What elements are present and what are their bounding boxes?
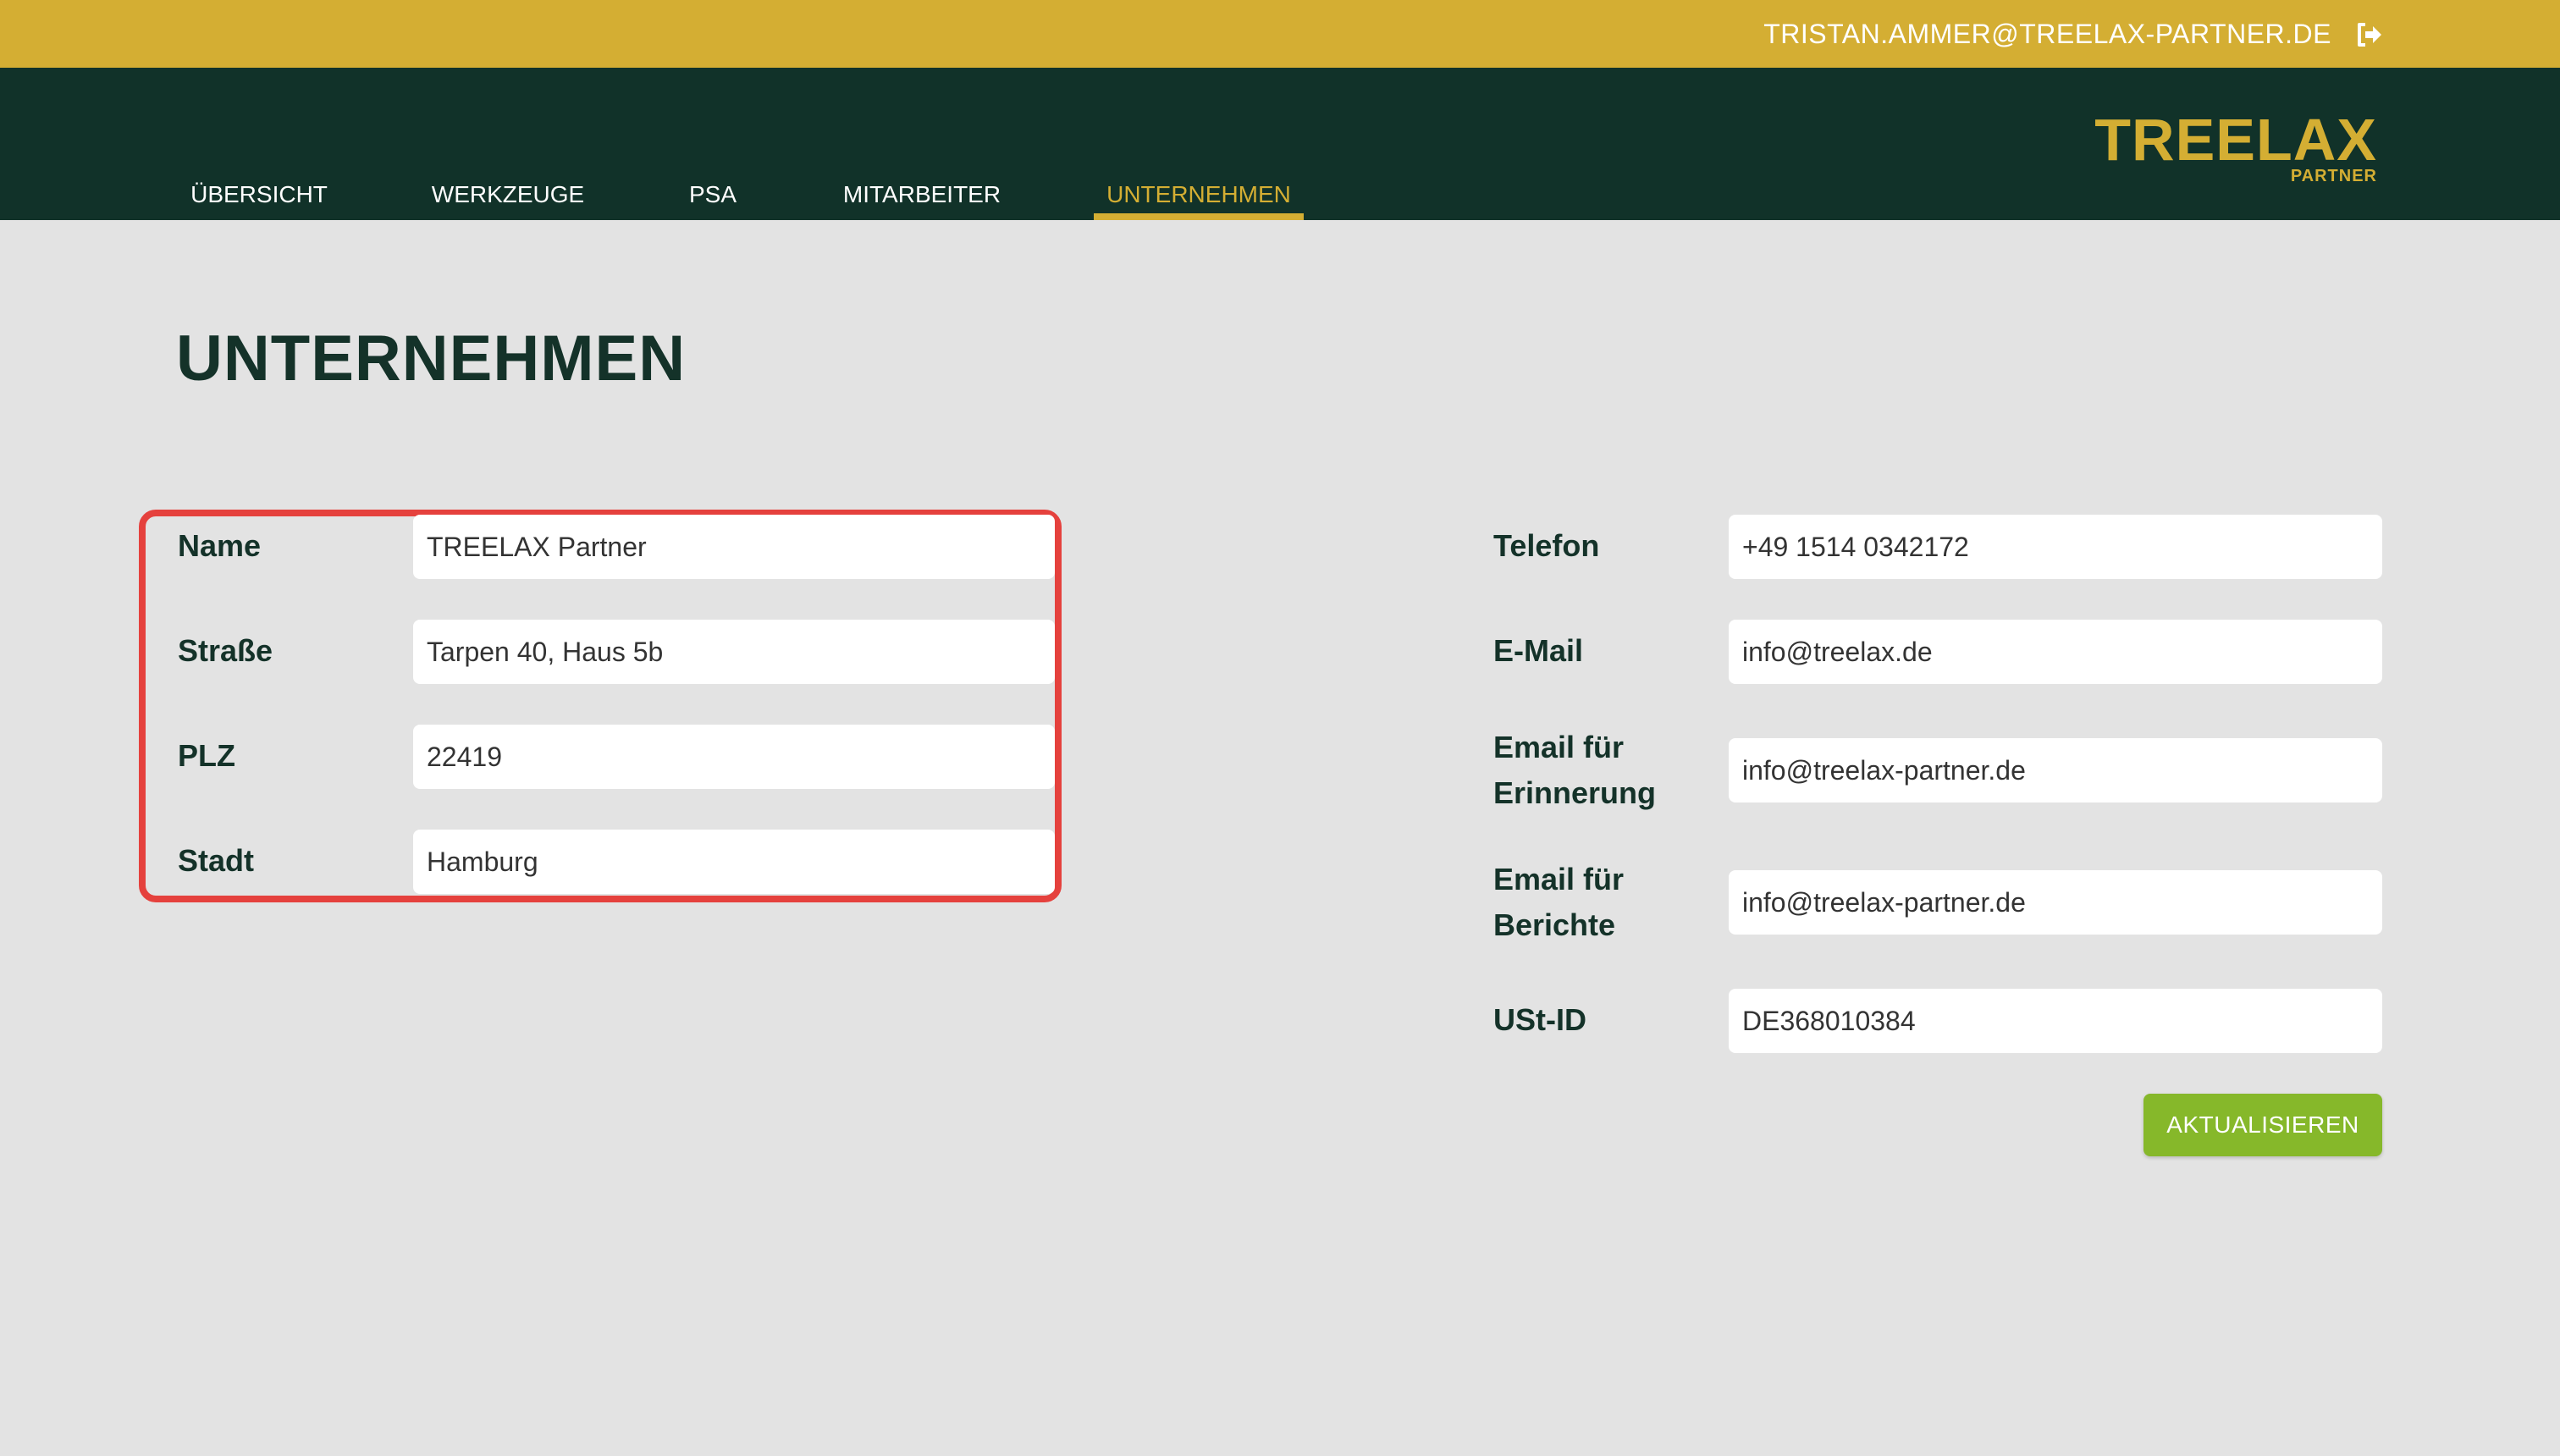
tab-unternehmen[interactable]: UNTERNEHMEN: [1094, 169, 1304, 220]
user-email[interactable]: TRISTAN.AMMER@TREELAX-PARTNER.DE: [1763, 0, 2331, 68]
form-row-email: E-Mail: [1493, 620, 2382, 684]
tab-label: UNTERNEHMEN: [1106, 181, 1291, 207]
field-label: Telefon: [1493, 528, 1600, 563]
field-label-line: Email für: [1493, 730, 1625, 764]
field-label-line: Erinnerung: [1493, 775, 1657, 810]
reminder-email-input[interactable]: [1729, 738, 2382, 802]
form-row-plz: PLZ: [178, 725, 1055, 789]
vat-id-input[interactable]: [1729, 989, 2382, 1053]
active-tab-indicator: [1094, 213, 1304, 220]
field-label-line: Email für: [1493, 862, 1625, 896]
form-row-ust-id: USt-ID: [1493, 989, 2382, 1053]
logo-wordmark: TREELAX: [2094, 107, 2377, 173]
page-title: UNTERNEHMEN: [176, 323, 687, 394]
form-row-telefon: Telefon: [1493, 515, 2382, 579]
name-input[interactable]: [413, 515, 1055, 579]
form-row-email-berichte: Email für Berichte: [1493, 862, 2382, 942]
field-label: Name: [178, 528, 262, 563]
reports-email-input[interactable]: [1729, 870, 2382, 935]
field-label: E-Mail: [1493, 633, 1584, 668]
tab-werkzeuge[interactable]: WERKZEUGE: [423, 169, 593, 220]
tab-label: PSA: [688, 181, 737, 207]
field-label: Email für Erinnerung: [1493, 725, 1656, 816]
form-row-email-erinnerung: Email für Erinnerung: [1493, 730, 2382, 810]
field-label: Stadt: [178, 843, 254, 878]
tab-mitarbeiter[interactable]: MITARBEITER: [833, 169, 1011, 220]
street-input[interactable]: [413, 620, 1055, 684]
phone-input[interactable]: [1729, 515, 2382, 579]
zip-input[interactable]: [413, 725, 1055, 789]
field-label-line: Berichte: [1493, 907, 1616, 942]
treelax-logo[interactable]: TREELAX PARTNER: [2094, 110, 2377, 185]
city-input[interactable]: [413, 830, 1055, 894]
tab-label: WERKZEUGE: [431, 181, 585, 207]
update-button[interactable]: AKTUALISIEREN: [2143, 1094, 2382, 1156]
field-label: Straße: [178, 633, 273, 668]
field-label: Email für Berichte: [1493, 857, 1624, 948]
tab-label: MITARBEITER: [842, 181, 1001, 207]
form-row-name: Name: [178, 515, 1055, 579]
logout-icon[interactable]: [2355, 20, 2384, 49]
field-label: PLZ: [178, 738, 235, 773]
tab-label: ÜBERSICHT: [190, 181, 328, 207]
tab-psa[interactable]: PSA: [679, 169, 747, 220]
main-navbar: ÜBERSICHT WERKZEUGE PSA MITARBEITER UNTE…: [0, 68, 2560, 220]
tab-uebersicht[interactable]: ÜBERSICHT: [178, 169, 340, 220]
top-bar: TRISTAN.AMMER@TREELAX-PARTNER.DE: [0, 0, 2560, 68]
email-input[interactable]: [1729, 620, 2382, 684]
form-row-strasse: Straße: [178, 620, 1055, 684]
field-label: USt-ID: [1493, 1002, 1586, 1037]
form-row-stadt: Stadt: [178, 830, 1055, 894]
